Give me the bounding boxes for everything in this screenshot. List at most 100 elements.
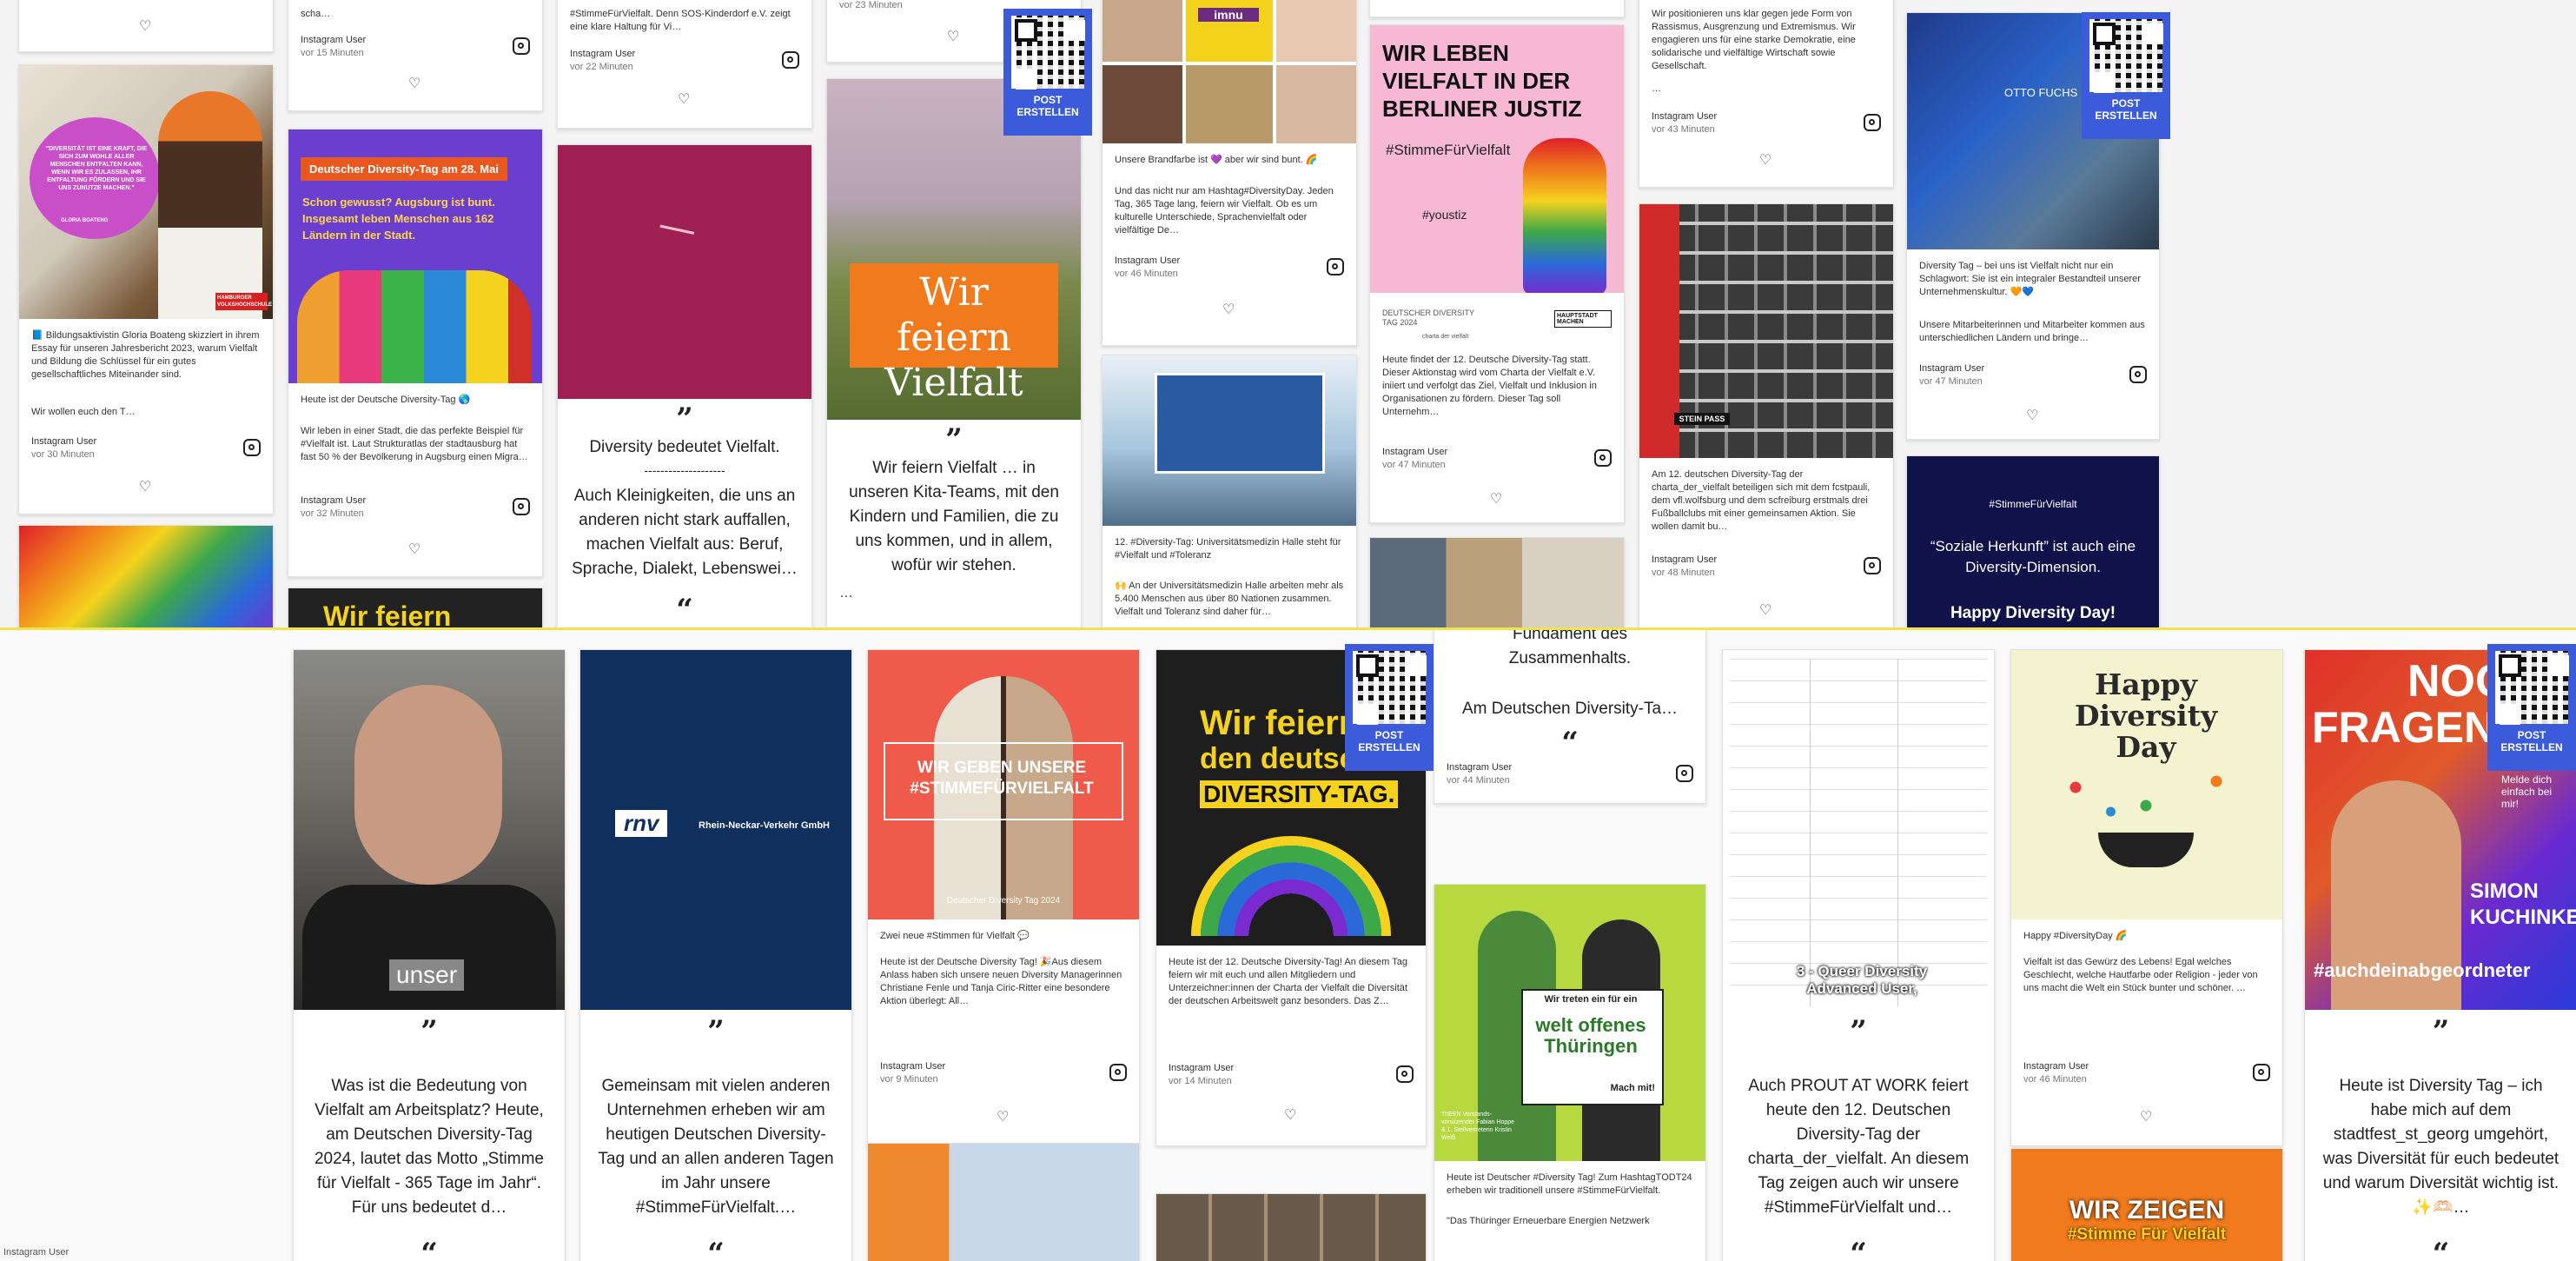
post-card[interactable]: scha… Instagram User vor 15 Minuten ♡ (288, 0, 543, 111)
like-icon[interactable]: ♡ (408, 543, 421, 557)
post-time: vor 48 Minuten (1652, 567, 1715, 578)
post-text: Happy #DiversityDay 🌈 (2023, 931, 2128, 941)
instagram-icon[interactable] (1676, 765, 1693, 782)
rnv-sub: Rhein-Neckar-Verkehr GmbH (699, 820, 830, 831)
post-card-wirfeiernvielfalt[interactable]: Wir feiern Vielfalt ” Wir feiern Vielfal… (826, 78, 1082, 627)
post-card-gloria[interactable]: "DIVERSITÄT IST EINE KRAFT, DIE SICH ZUM… (18, 64, 274, 514)
quote-icon: ” (945, 422, 963, 457)
post-meta: Instagram User vor 15 Minuten (301, 34, 366, 60)
post-erstellen-qr[interactable]: POST ERSTELLEN (2487, 644, 2576, 771)
social-wall-top: ♡ "DIVERSITÄT IST EINE KRAFT, DIE SICH Z… (0, 0, 2576, 627)
photo (1103, 0, 1182, 62)
like-icon[interactable]: ♡ (997, 1111, 1009, 1125)
post-erstellen-qr[interactable]: POST ERSTELLEN (1003, 9, 1092, 136)
post-card-sos[interactable]: ” Diversity bedeutet Vielfalt. ---------… (557, 144, 812, 627)
instagram-icon[interactable] (2253, 1064, 2270, 1081)
post-image: unser (294, 650, 565, 1010)
fruit-rainbow (1191, 836, 1391, 936)
post-card-herkunft[interactable]: #StimmeFürVielfalt “Soziale Herkunft” is… (1906, 455, 2160, 627)
instagram-icon[interactable] (1109, 1064, 1127, 1081)
post-text: Wir positionieren uns klar gegen jede Fo… (1652, 9, 1856, 71)
post-time: vor 43 Minuten (1652, 124, 1715, 135)
post-user: Instagram User (31, 436, 97, 447)
post-image (1103, 355, 1356, 526)
instagram-icon[interactable] (243, 439, 261, 456)
post-meta: Instagram User vor 22 Minuten (570, 48, 635, 74)
photo (1103, 65, 1182, 143)
post-erstellen-qr[interactable]: POST ERSTELLEN (2082, 12, 2170, 139)
charta-logo: charta der vielfalt (1422, 334, 1469, 340)
post-text-more: Heute ist der Deutsche Diversity Tag! 🎉A… (880, 957, 1122, 1006)
post-card-doctor[interactable] (867, 1143, 1140, 1261)
like-icon[interactable]: ♡ (678, 93, 690, 107)
bottom-left-label: Instagram User (3, 1247, 70, 1258)
post-card-imnu[interactable]: imnu Unsere Brandfarbe ist 💜 aber wir si… (1102, 0, 1357, 346)
bear-figure (1523, 138, 1606, 295)
post-text: Heute ist der 12. Deutsche Diversity-Tag… (1169, 957, 1407, 1006)
like-icon[interactable]: ♡ (1490, 493, 1502, 507)
vhs-badge: HAMBURGER VOLKSHOCHSCHULE (215, 293, 272, 310)
post-card[interactable]: ♡ (18, 0, 274, 52)
photo (1276, 0, 1356, 62)
post-card-prout[interactable]: 3 - Queer Diversity Advanced User, ” Auc… (1722, 649, 1995, 1261)
post-card[interactable]: Wir positionieren uns klar gegen jede Fo… (1639, 0, 1894, 188)
caption: Deutscher Diversity Tag 2024 (946, 896, 1061, 906)
like-icon[interactable]: ♡ (1222, 303, 1235, 317)
post-card-photos[interactable] (1156, 1193, 1427, 1261)
post-erstellen-qr[interactable]: POST ERSTELLEN (1345, 644, 1434, 771)
post-text-more: … (1652, 83, 1661, 94)
post-card-justiz[interactable]: WIR LEBEN VIELFALT IN DER BERLINER JUSTI… (1369, 24, 1625, 523)
instagram-icon[interactable] (2129, 366, 2147, 383)
instagram-icon[interactable] (513, 498, 530, 515)
post-image (1370, 538, 1624, 627)
post-card-theen[interactable]: Wir treten ein für ein welt offenes Thür… (1434, 884, 1706, 1261)
post-card[interactable] (1369, 0, 1625, 17)
headline: Schon gewusst? Augsburg ist bunt. Insges… (302, 196, 495, 242)
instagram-icon[interactable] (1864, 557, 1881, 574)
post-card-zusammenhalt[interactable]: Fundament des Zusammenhalts. Am Deutsche… (1434, 630, 1706, 804)
post-image: rnv Rhein-Neckar-Verkehr GmbH (580, 650, 851, 1010)
otto-logo: OTTO FUCHS (2004, 86, 2078, 99)
post-card-stimme[interactable]: WIR GEBEN UNSERE #STIMMEFÜRVIELFALT Deut… (867, 649, 1140, 1146)
post-card-happy[interactable]: Happy Diversity Day Happy #DiversityDay … (2010, 649, 2283, 1146)
instagram-icon[interactable] (782, 51, 799, 69)
banner: Deutscher Diversity-Tag am 28. Mai (301, 157, 507, 181)
like-icon[interactable]: ♡ (1284, 1109, 1296, 1123)
rnv-logo: rnv (615, 810, 668, 837)
headline-1: Wir feiern (1200, 704, 1361, 742)
like-icon[interactable]: ♡ (408, 77, 421, 91)
hashtag: #StimmeFürVielfalt (1386, 142, 1511, 158)
like-icon[interactable]: ♡ (2026, 409, 2038, 423)
quote-rule: -------------------- (644, 463, 725, 477)
post-card-wirfeiern[interactable]: Wir feiern (288, 587, 543, 627)
post-card[interactable]: #StimmeFürVielfalt. Denn SOS-Kinderdorf … (557, 0, 812, 129)
post-card-fussball[interactable]: STEIN PASS Am 12. deutschen Diversity-Ta… (1639, 203, 1894, 627)
post-card-arbeitsplatz[interactable]: unser ” Was ist die Bedeutung von Vielfa… (293, 649, 566, 1261)
instagram-icon[interactable] (1594, 449, 1612, 467)
instagram-icon[interactable] (1864, 114, 1881, 131)
instagram-icon[interactable] (513, 37, 530, 55)
sign-line-2: welt offenes Thüringen (1535, 1014, 1646, 1057)
post-meta: Instagram User vor 47 Minuten (1919, 362, 1984, 388)
post-card-wirzeigen[interactable]: WIR ZEIGEN #Stimme Für Vielfalt (2010, 1148, 2283, 1261)
text-line-3: Am Deutschen Diversity-Ta… (1461, 700, 1679, 718)
post-erstellen-line1: POST (1374, 729, 1404, 741)
post-card-rainbow[interactable] (18, 525, 274, 627)
post-card-halle[interactable]: 12. #Diversity-Tag: Universitätsmedizin … (1102, 355, 1357, 627)
post-user: Instagram User (1652, 554, 1718, 565)
post-card-rnv[interactable]: rnv Rhein-Neckar-Verkehr GmbH ” Gemeinsa… (579, 649, 852, 1261)
qr-code-icon (1011, 16, 1084, 89)
like-icon[interactable]: ♡ (947, 30, 959, 44)
like-icon[interactable]: ♡ (139, 481, 151, 494)
post-text: Heute findet der 12. Deutsche Diversity-… (1382, 355, 1597, 417)
like-icon[interactable]: ♡ (1759, 154, 1771, 168)
post-image: 3 - Queer Diversity Advanced User, (1723, 650, 1994, 1010)
instagram-icon[interactable] (1396, 1065, 1414, 1083)
like-icon[interactable]: ♡ (2140, 1111, 2152, 1125)
post-card-portrait[interactable] (1369, 537, 1625, 627)
post-card-augsburg[interactable]: Deutscher Diversity-Tag am 28. Mai Schon… (288, 129, 543, 577)
like-icon[interactable]: ♡ (139, 20, 151, 34)
instagram-icon[interactable] (1327, 258, 1344, 275)
like-icon[interactable]: ♡ (1759, 604, 1771, 618)
spices (2029, 763, 2263, 824)
